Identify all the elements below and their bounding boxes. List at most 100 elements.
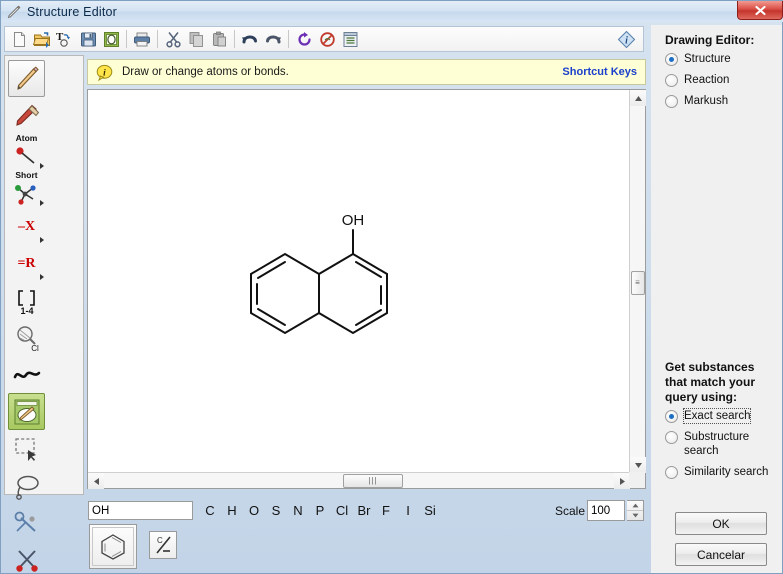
- info-diamond-icon[interactable]: i: [615, 28, 637, 50]
- molecule-canvas[interactable]: OH: [88, 90, 630, 473]
- chevron-down-icon[interactable]: [40, 274, 44, 280]
- main-toolbar: T i: [4, 26, 644, 52]
- options-panel: Drawing Editor: Structure Reaction Marku…: [651, 25, 782, 573]
- r-group-label: =R: [17, 255, 36, 271]
- open-file-icon[interactable]: [31, 28, 53, 50]
- svg-text:Cl: Cl: [31, 344, 39, 353]
- query-atom-tool[interactable]: Cl: [8, 319, 45, 356]
- radio-reaction[interactable]: Reaction: [665, 73, 782, 87]
- scrollbar-corner: [629, 472, 645, 488]
- chevron-down-icon[interactable]: [40, 163, 44, 169]
- scroll-right-button[interactable]: [614, 473, 630, 489]
- ok-button[interactable]: OK: [675, 512, 767, 535]
- radio-substructure-search-indicator[interactable]: [665, 431, 678, 444]
- scale-input[interactable]: [587, 500, 625, 521]
- properties-icon[interactable]: [339, 28, 361, 50]
- radio-similarity-search-label: Similarity search: [684, 466, 769, 478]
- radio-exact-search-indicator[interactable]: [665, 410, 678, 423]
- rectangle-select-tool[interactable]: [8, 430, 45, 467]
- scroll-up-button[interactable]: [630, 90, 646, 106]
- variable-atom-tool[interactable]: –X: [8, 208, 45, 245]
- radio-structure-label: Structure: [684, 53, 731, 65]
- shortcut-tool[interactable]: Short: [8, 171, 45, 208]
- radio-similarity-search-indicator[interactable]: [665, 466, 678, 479]
- radio-substructure-search-label: Substructure search: [684, 431, 750, 457]
- scale-increment-button[interactable]: [627, 501, 643, 510]
- horizontal-scrollbar[interactable]: |||: [88, 472, 630, 489]
- radio-markush[interactable]: Markush: [665, 94, 782, 108]
- cancel-button[interactable]: Cancelar: [675, 543, 767, 566]
- print-icon[interactable]: [131, 28, 153, 50]
- radio-structure[interactable]: Structure: [665, 52, 782, 66]
- save-icon[interactable]: [77, 28, 99, 50]
- scale-spinner[interactable]: [627, 500, 644, 521]
- eraser-tool[interactable]: [8, 97, 45, 134]
- cut-icon[interactable]: [162, 28, 184, 50]
- r-group-tool[interactable]: =R: [8, 245, 45, 282]
- paste-icon[interactable]: [208, 28, 230, 50]
- scale-control: Scale: [555, 500, 644, 521]
- draw-tool[interactable]: [8, 60, 45, 97]
- toolbar-separator: [288, 30, 289, 48]
- radio-reaction-indicator[interactable]: [665, 74, 678, 87]
- pencil-icon: [6, 4, 22, 20]
- link-tool[interactable]: [8, 504, 45, 541]
- element-si[interactable]: Si: [419, 501, 441, 520]
- element-i[interactable]: I: [397, 501, 419, 520]
- atom-symbol-input[interactable]: [88, 501, 193, 520]
- toolbar-separator: [126, 30, 127, 48]
- svg-text:T: T: [56, 31, 64, 43]
- info-bar: i Draw or change atoms or bonds. Shortcu…: [87, 59, 646, 85]
- shortcut-keys-link[interactable]: Shortcut Keys: [562, 66, 637, 78]
- element-c[interactable]: C: [199, 501, 221, 520]
- info-message: Draw or change atoms or bonds.: [122, 66, 289, 78]
- vertical-scroll-thumb[interactable]: ≡: [631, 271, 645, 295]
- chevron-down-icon[interactable]: [40, 237, 44, 243]
- lasso-select-tool[interactable]: [8, 467, 45, 504]
- variable-atom-label: –X: [17, 218, 36, 234]
- scroll-grip: |||: [368, 476, 378, 485]
- vertical-scrollbar[interactable]: ≡: [629, 90, 646, 473]
- structure-editor-window: Structure Editor T i Atom Short –X =R 1-…: [0, 0, 783, 574]
- new-file-icon[interactable]: [8, 28, 30, 50]
- atom-label-oh: OH: [342, 212, 365, 229]
- benzene-ring-tool[interactable]: [89, 524, 137, 569]
- scale-label: Scale: [554, 503, 585, 518]
- clean-structure-icon[interactable]: [293, 28, 315, 50]
- text-import-icon[interactable]: T: [54, 28, 76, 50]
- radio-substructure-search[interactable]: Substructure search: [665, 430, 782, 458]
- export-image-icon[interactable]: [100, 28, 122, 50]
- scale-decrement-button[interactable]: [627, 510, 643, 520]
- close-button[interactable]: [737, 1, 783, 20]
- toolbar-separator: [234, 30, 235, 48]
- element-br[interactable]: Br: [353, 501, 375, 520]
- radio-similarity-search[interactable]: Similarity search: [665, 465, 782, 479]
- element-cl[interactable]: Cl: [331, 501, 353, 520]
- horizontal-scroll-thumb[interactable]: |||: [343, 474, 403, 488]
- copy-icon[interactable]: [185, 28, 207, 50]
- scissors-bond-tool[interactable]: [8, 541, 45, 574]
- structure-edit-tool[interactable]: [8, 393, 45, 430]
- element-h[interactable]: H: [221, 501, 243, 520]
- redo-icon[interactable]: [262, 28, 284, 50]
- chain-tool[interactable]: [8, 356, 45, 393]
- radio-exact-search[interactable]: Exact search: [665, 408, 782, 424]
- element-o[interactable]: O: [243, 501, 265, 520]
- svg-text:i: i: [625, 35, 628, 46]
- element-s[interactable]: S: [265, 501, 287, 520]
- scroll-left-button[interactable]: [88, 473, 104, 489]
- element-f[interactable]: F: [375, 501, 397, 520]
- element-n[interactable]: N: [287, 501, 309, 520]
- title-bar: Structure Editor: [1, 1, 783, 22]
- atom-tool-label: Atom: [15, 133, 38, 143]
- chevron-down-icon[interactable]: [40, 200, 44, 206]
- atom-tool[interactable]: Atom: [8, 134, 45, 171]
- carbon-chain-tool[interactable]: C: [149, 531, 177, 559]
- undo-icon[interactable]: [239, 28, 261, 50]
- scroll-down-button[interactable]: [630, 457, 646, 473]
- delete-all-icon[interactable]: [316, 28, 338, 50]
- repeating-unit-tool[interactable]: 1-4: [8, 282, 45, 319]
- element-p[interactable]: P: [309, 501, 331, 520]
- radio-markush-indicator[interactable]: [665, 95, 678, 108]
- radio-structure-indicator[interactable]: [665, 53, 678, 66]
